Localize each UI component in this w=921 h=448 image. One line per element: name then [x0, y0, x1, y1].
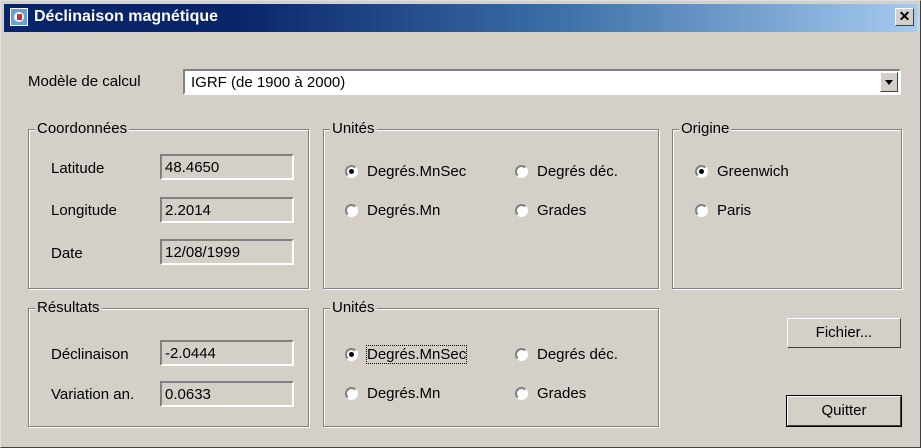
latitude-value: 48.4650	[165, 159, 220, 176]
dialog-window: Déclinaison magnétique ✕ Modèle de calcu…	[0, 0, 921, 448]
radio-label: Grades	[537, 202, 587, 219]
latitude-label: Latitude	[51, 160, 105, 177]
units-group-results-title: Unités	[330, 299, 377, 316]
units-group-input-title: Unités	[330, 120, 377, 137]
chevron-down-icon[interactable]	[880, 72, 898, 92]
results-group: Résultats	[28, 299, 309, 427]
date-value: 12/08/1999	[165, 244, 241, 261]
radio-label: Degrés.Mn	[367, 202, 441, 219]
app-icon	[10, 8, 28, 26]
quit-button[interactable]: Quitter	[786, 395, 902, 427]
radio-icon[interactable]	[515, 348, 528, 361]
latitude-field[interactable]: 48.4650	[160, 154, 294, 180]
radio-label: Grades	[537, 385, 587, 402]
radio-label: Degrés.Mn	[367, 385, 441, 402]
results-group-title: Résultats	[35, 299, 102, 316]
close-button[interactable]: ✕	[895, 8, 914, 26]
longitude-field[interactable]: 2.2014	[160, 197, 294, 223]
radio-label: Degrés.MnSec	[367, 163, 467, 180]
origin-group-title: Origine	[679, 120, 732, 137]
declinaison-label: Déclinaison	[51, 346, 129, 363]
radio-label: Greenwich	[717, 163, 789, 180]
variation-value: 0.0633	[165, 386, 211, 403]
radio-checked-icon[interactable]	[345, 165, 358, 178]
longitude-value: 2.2014	[165, 202, 211, 219]
radio-icon[interactable]	[515, 204, 528, 217]
file-button[interactable]: Fichier...	[787, 318, 901, 348]
window-title: Déclinaison magnétique	[34, 8, 219, 25]
title-bar[interactable]: Déclinaison magnétique ✕	[4, 4, 917, 32]
radio-icon[interactable]	[695, 204, 708, 217]
radio-label: Degrés.MnSec	[365, 345, 468, 364]
radio-icon[interactable]	[345, 387, 358, 400]
date-label: Date	[51, 245, 83, 262]
radio-checked-icon[interactable]	[345, 348, 358, 361]
radio-label: Degrés déc.	[537, 163, 618, 180]
radio-label: Paris	[717, 202, 752, 219]
coords-group-title: Coordonnées	[35, 120, 130, 137]
radio-label: Degrés déc.	[537, 346, 618, 363]
units-group-results: Unités	[323, 299, 659, 427]
variation-label: Variation an.	[51, 386, 135, 403]
radio-checked-icon[interactable]	[695, 165, 708, 178]
variation-field: 0.0633	[160, 381, 294, 407]
model-select-value: IGRF (de 1900 à 2000)	[191, 74, 346, 91]
radio-icon[interactable]	[515, 387, 528, 400]
date-field[interactable]: 12/08/1999	[160, 239, 294, 265]
radio-icon[interactable]	[345, 204, 358, 217]
longitude-label: Longitude	[51, 202, 117, 219]
model-label: Modèle de calcul	[28, 73, 141, 90]
model-select[interactable]: IGRF (de 1900 à 2000)	[183, 69, 901, 95]
declinaison-field: -2.0444	[160, 340, 294, 366]
declinaison-value: -2.0444	[165, 345, 216, 362]
radio-icon[interactable]	[515, 165, 528, 178]
